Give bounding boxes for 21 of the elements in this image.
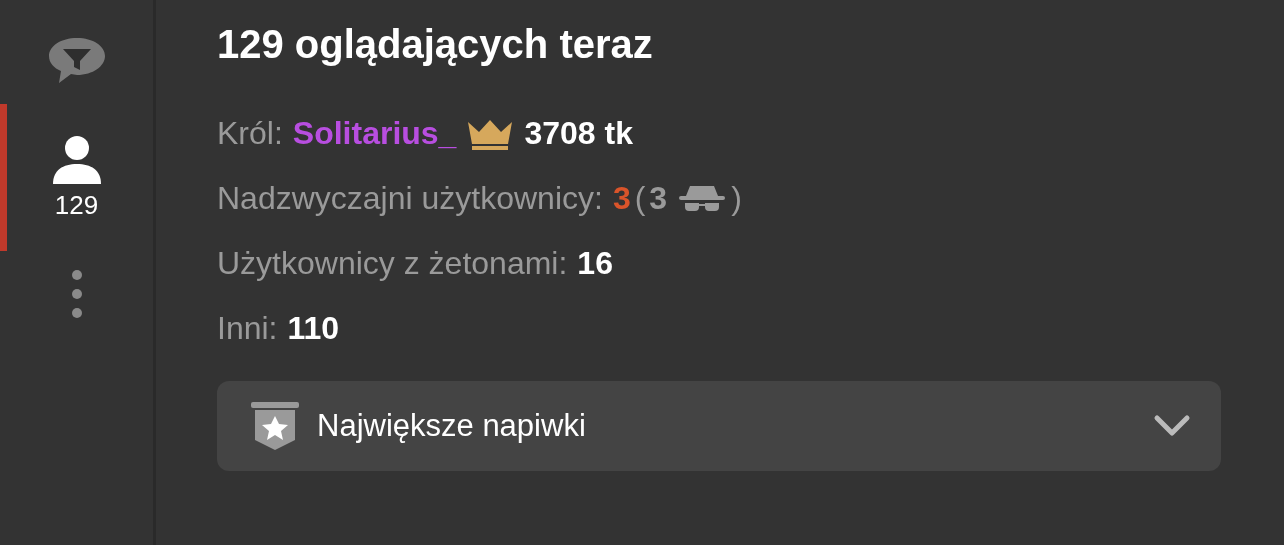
spy-icon	[677, 183, 728, 214]
stat-value: 3	[612, 180, 631, 217]
top-tips-dropdown[interactable]: Największe napiwki	[217, 381, 1221, 471]
stat-label: Inni:	[217, 310, 278, 347]
viewer-count: 129	[54, 190, 99, 221]
user-icon	[50, 134, 103, 184]
hidden-count: 3	[649, 180, 668, 217]
stat-label: Nadzwyczajni użytkownicy:	[217, 180, 603, 217]
king-label: Król:	[217, 115, 283, 152]
chevron-icon	[1153, 414, 1191, 438]
chat-filter-icon	[46, 36, 107, 86]
open-paren: (	[634, 180, 646, 217]
more-icon	[70, 269, 83, 319]
stat-value: 16	[577, 245, 613, 282]
close-paren: )	[731, 180, 742, 217]
sidebar-item[interactable]: 129	[0, 104, 153, 251]
viewers-title: 129 oglądających teraz	[217, 22, 654, 67]
stat-label: Użytkownicy z żetonami:	[217, 245, 568, 282]
badge-star-icon	[249, 400, 301, 452]
stat-value: 110	[287, 310, 340, 347]
king-tokens: 3708 tk	[524, 115, 633, 152]
